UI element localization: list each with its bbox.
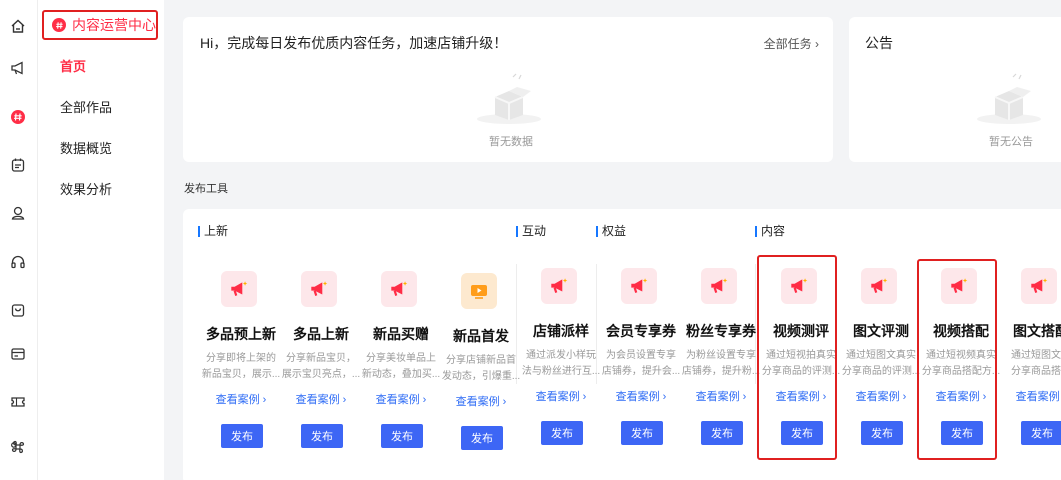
tool-description: 分享即将上架的 新品宝贝，展示... (196, 351, 286, 383)
tool-name: 店铺派样 (533, 323, 589, 339)
apps-icon[interactable] (8, 437, 28, 457)
tool-description-line: 分享新品宝贝， (286, 353, 356, 364)
tasks-empty-text: 暂无数据 (489, 136, 533, 148)
video-play-icon (461, 273, 497, 309)
tool-description: 通过派发小样玩 法与粉丝进行互... (516, 348, 606, 380)
tool-name: 新品买赠 (373, 326, 429, 342)
tool-name: 会员专享券 (606, 323, 676, 339)
tool-description-line: 店铺券，提升会... (601, 366, 681, 377)
tool-description: 分享新品宝贝， 展示宝贝亮点，... (276, 351, 366, 383)
view-case-link[interactable]: 查看案例 › (281, 391, 361, 407)
tasks-title: Hi，完成每日发布优质内容任务，加速店铺升级！ (200, 35, 508, 51)
user-icon[interactable] (8, 203, 28, 223)
tool-description-line: 分享美妆单品上 (366, 353, 436, 364)
notice-title: 公告 (865, 35, 893, 51)
calendar-icon[interactable] (8, 155, 28, 175)
tool-description: 为会员设置专享 店铺券，提升会... (596, 348, 686, 380)
tool-name: 多品上新 (293, 326, 349, 342)
group-label-new: 上新 (198, 225, 228, 237)
view-case-link[interactable]: 查看案例 › (681, 388, 761, 404)
headset-icon[interactable] (8, 252, 28, 272)
ticket-icon[interactable] (8, 392, 28, 412)
tool-description-line: 通过短图文真 (1011, 350, 1061, 361)
tool-description-line: 新品宝贝，展示... (201, 369, 281, 380)
content-center-logo-icon (52, 18, 66, 32)
highlight-box-video-review (757, 255, 837, 460)
view-case-link[interactable]: 查看案例 › (601, 388, 681, 404)
group-label-benefits: 权益 (596, 225, 626, 237)
tool-description: 通过短图文真分享商品搭配 (996, 348, 1061, 380)
tool-description-line: 法与粉丝进行互... (521, 366, 601, 377)
publish-button[interactable]: 发布 (861, 421, 903, 445)
icon-rail (0, 0, 38, 480)
megaphone-icon (621, 268, 657, 304)
tool-description: 通过短图文真实 分享商品的评测... (836, 348, 926, 380)
menu-item-all-works[interactable]: 全部作品 (60, 97, 112, 116)
content-center-header[interactable]: 内容运营中心 (42, 10, 158, 40)
side-menu: 内容运营中心 首页 全部作品 数据概览 效果分析 (38, 0, 164, 480)
publish-button[interactable]: 发布 (541, 421, 583, 445)
tool-description: 为粉丝设置专享 店铺券，提升粉... (676, 348, 766, 380)
megaphone-icon (381, 271, 417, 307)
tool-description-line: 店铺券，提升粉... (681, 366, 761, 377)
group-label-content: 内容 (755, 225, 785, 237)
notice-empty-text: 暂无公告 (989, 136, 1033, 148)
megaphone-icon (701, 268, 737, 304)
tasks-card: Hi，完成每日发布优质内容任务，加速店铺升级！ 全部任务 › 暂无数据 (183, 17, 833, 162)
tool-description-line: 发动态，引爆重... (441, 371, 521, 382)
menu-item-data-overview[interactable]: 数据概览 (60, 138, 112, 157)
group-label-interaction: 互动 (516, 225, 546, 237)
publish-tools-card: 上新 互动 权益 内容 多品预上新 分享即将上架的 新品宝贝，展示... 查看案例 ›… (183, 209, 1061, 480)
tool-description: 分享美妆单品上 新动态，叠加买... (356, 351, 446, 383)
megaphone-icon (221, 271, 257, 307)
content-center-icon[interactable] (8, 107, 28, 127)
publish-button[interactable]: 发布 (221, 424, 263, 448)
megaphone-icon[interactable] (8, 58, 28, 78)
tool-name: 多品预上新 (206, 326, 276, 342)
publish-button[interactable]: 发布 (621, 421, 663, 445)
tool-description: 分享店铺新品首 发动态，引爆重... (436, 353, 526, 385)
view-case-link[interactable]: 查看案例 › (441, 393, 521, 409)
menu-item-effect-analysis[interactable]: 效果分析 (60, 179, 112, 198)
empty-box-illustration (477, 73, 541, 124)
tool-description-line: 新动态，叠加买... (361, 369, 441, 380)
view-case-link[interactable]: 查看案例 › (521, 388, 601, 404)
view-case-link[interactable]: 查看案例 › (841, 388, 921, 404)
megaphone-icon (301, 271, 337, 307)
content-center-title: 内容运营中心 (72, 17, 156, 33)
megaphone-icon (861, 268, 897, 304)
tool-name: 新品首发 (453, 328, 509, 344)
publish-tools-label: 发布工具 (184, 183, 228, 195)
tool-description-line: 为粉丝设置专享 (686, 350, 756, 361)
all-tasks-link[interactable]: 全部任务 › (764, 35, 819, 52)
publish-button[interactable]: 发布 (381, 424, 423, 448)
publish-button[interactable]: 发布 (701, 421, 743, 445)
tool-name: 图文搭配 (1013, 323, 1061, 339)
view-case-link[interactable]: 查看案例 › (201, 391, 281, 407)
notice-card: 公告 暂无公告 (849, 17, 1061, 162)
tool-description-line: 展示宝贝亮点，... (281, 369, 361, 380)
publish-button[interactable]: 发布 (301, 424, 343, 448)
home-icon[interactable] (8, 16, 28, 36)
megaphone-icon (541, 268, 577, 304)
tool-description-line: 分享店铺新品首 (446, 355, 516, 366)
view-case-link[interactable]: 查看案例 › (1001, 388, 1061, 404)
tool-name: 粉丝专享券 (686, 323, 756, 339)
empty-notice-illustration (977, 73, 1041, 124)
highlight-box-video-match (917, 259, 997, 460)
tool-description-line: 分享即将上架的 (206, 353, 276, 364)
view-case-link[interactable]: 查看案例 › (361, 391, 441, 407)
tool-description-line: 为会员设置专享 (606, 350, 676, 361)
bag-icon[interactable] (8, 300, 28, 320)
publish-button[interactable]: 发布 (461, 426, 503, 450)
menu-item-home[interactable]: 首页 (60, 56, 86, 75)
tool-name: 图文评测 (853, 323, 909, 339)
tool-description-line: 通过短图文真实 (846, 350, 916, 361)
tool-description-line: 分享商品搭配 (1011, 366, 1061, 377)
tool-description-line: 分享商品的评测... (841, 366, 921, 377)
megaphone-icon (1021, 268, 1057, 304)
tool-description-line: 通过派发小样玩 (526, 350, 596, 361)
wallet-icon[interactable] (8, 344, 28, 364)
publish-button[interactable]: 发布 (1021, 421, 1061, 445)
